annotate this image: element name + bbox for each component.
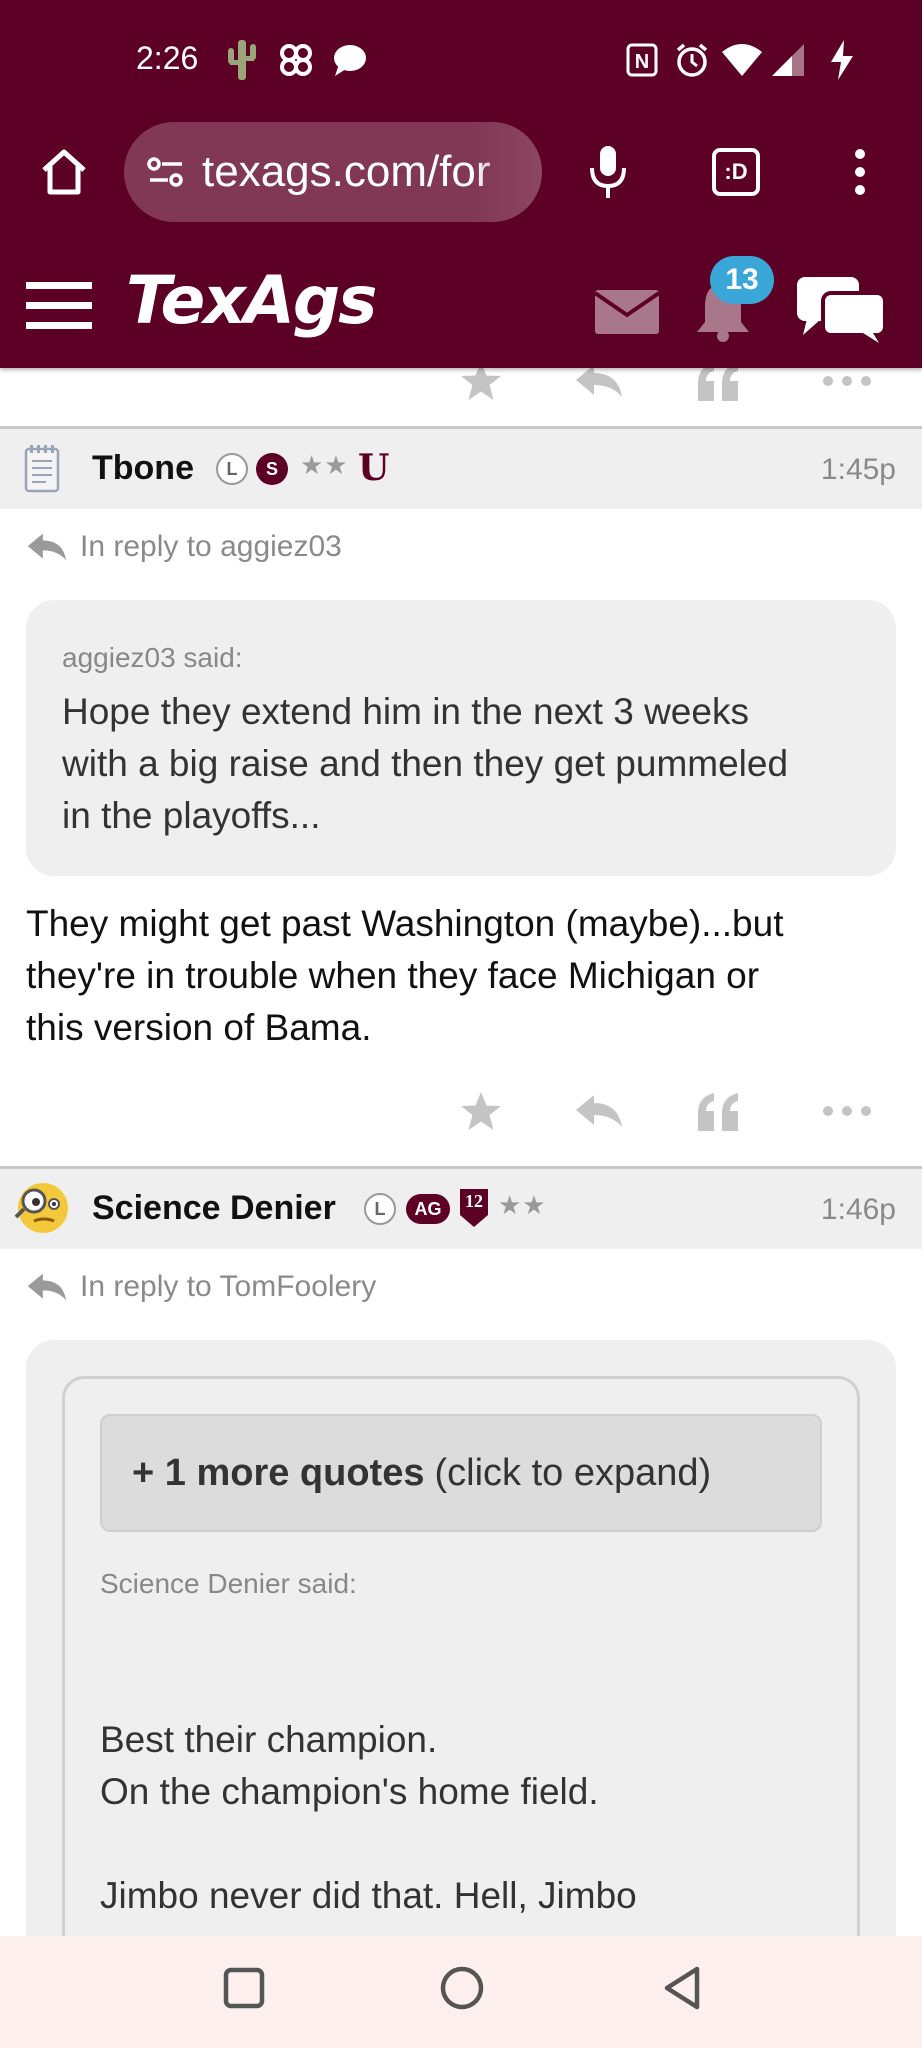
- charging-icon: [824, 36, 860, 84]
- cactus-icon: [222, 36, 262, 84]
- chat-bubble-icon: [330, 36, 370, 84]
- tab-switcher-button[interactable]: :D: [700, 136, 772, 208]
- quote-attribution: Science Denier said:: [100, 1568, 357, 1599]
- ag-badge: AG: [406, 1194, 450, 1224]
- twelfth-man-label: 12: [465, 1191, 483, 1211]
- post-header: Science Denier L AG 12 ★★ 1:46p: [0, 1169, 922, 1249]
- wifi-icon: [720, 36, 764, 84]
- texags-logo[interactable]: TexAgs: [126, 262, 377, 339]
- username[interactable]: Tbone: [92, 449, 194, 488]
- notepad-avatar-icon[interactable]: [22, 443, 62, 497]
- quote-block: aggiez03 said: Hope they extend him in t…: [26, 600, 896, 876]
- chat-icon[interactable]: [792, 270, 890, 346]
- url-text: texags.com/for: [202, 147, 491, 196]
- microphone-icon[interactable]: [572, 136, 644, 208]
- tab-count: :D: [712, 148, 760, 196]
- expand-quotes-button[interactable]: + 1 more quotes (click to expand): [100, 1414, 822, 1532]
- nfc-icon: N: [624, 36, 660, 84]
- svg-text:N: N: [635, 51, 649, 73]
- reply-to-link[interactable]: In reply to aggiez03: [26, 530, 342, 564]
- post-header: Tbone L S ★★ U 1:45p: [0, 429, 922, 509]
- quote-attribution: aggiez03 said:: [62, 642, 243, 673]
- quote-text: Best their champion. On the champion's h…: [100, 1719, 637, 1916]
- alarm-icon: [672, 36, 712, 84]
- star-rating: ★★: [300, 451, 349, 481]
- post-time[interactable]: 1:45p: [821, 453, 896, 487]
- u-badge: U: [358, 447, 390, 489]
- reply-to-text: In reply to aggiez03: [80, 530, 342, 563]
- back-button-icon[interactable]: [652, 1958, 712, 2018]
- reply-to-text: In reply to TomFoolery: [80, 1270, 377, 1303]
- status-time: 2:26: [136, 40, 199, 76]
- quote-text: Hope they extend him in the next 3 weeks…: [62, 691, 789, 836]
- star-icon[interactable]: [446, 1076, 516, 1146]
- l-badge: L: [216, 453, 248, 485]
- home-button-icon[interactable]: [432, 1958, 492, 2018]
- hamburger-menu-icon[interactable]: [24, 276, 94, 336]
- url-bar[interactable]: texags.com/for: [124, 122, 542, 222]
- more-actions-icon[interactable]: [812, 1076, 882, 1146]
- post-actions: [0, 1076, 922, 1146]
- post-time[interactable]: 1:46p: [821, 1193, 896, 1227]
- s-badge: S: [256, 453, 288, 485]
- expand-count: + 1 more quotes: [132, 1451, 425, 1494]
- pinwheel-icon: [276, 36, 316, 84]
- notification-count-badge: 13: [710, 256, 774, 304]
- messages-icon[interactable]: [592, 284, 662, 340]
- system-nav-bar: [0, 1936, 922, 2048]
- signal-icon: [768, 36, 808, 84]
- recents-button-icon[interactable]: [214, 1958, 274, 2018]
- reply-icon[interactable]: [564, 1076, 634, 1146]
- l-badge: L: [364, 1193, 396, 1225]
- twelfth-man-badge-icon: 12: [458, 1187, 490, 1229]
- magnifier-face-avatar-icon[interactable]: [14, 1177, 72, 1239]
- post-body: They might get past Washington (maybe)..…: [26, 903, 784, 1048]
- home-icon[interactable]: [28, 136, 100, 208]
- star-rating: ★★: [498, 1191, 547, 1221]
- status-bar: 2:26 N: [0, 0, 922, 120]
- reply-to-link[interactable]: In reply to TomFoolery: [26, 1270, 376, 1304]
- quote-icon[interactable]: [684, 1076, 754, 1146]
- username[interactable]: Science Denier: [92, 1189, 336, 1228]
- more-options-icon[interactable]: [824, 136, 896, 208]
- site-settings-icon[interactable]: [146, 154, 186, 190]
- reply-arrow-icon: [27, 1273, 67, 1301]
- reply-arrow-icon: [27, 533, 67, 561]
- expand-hint: (click to expand): [434, 1451, 712, 1494]
